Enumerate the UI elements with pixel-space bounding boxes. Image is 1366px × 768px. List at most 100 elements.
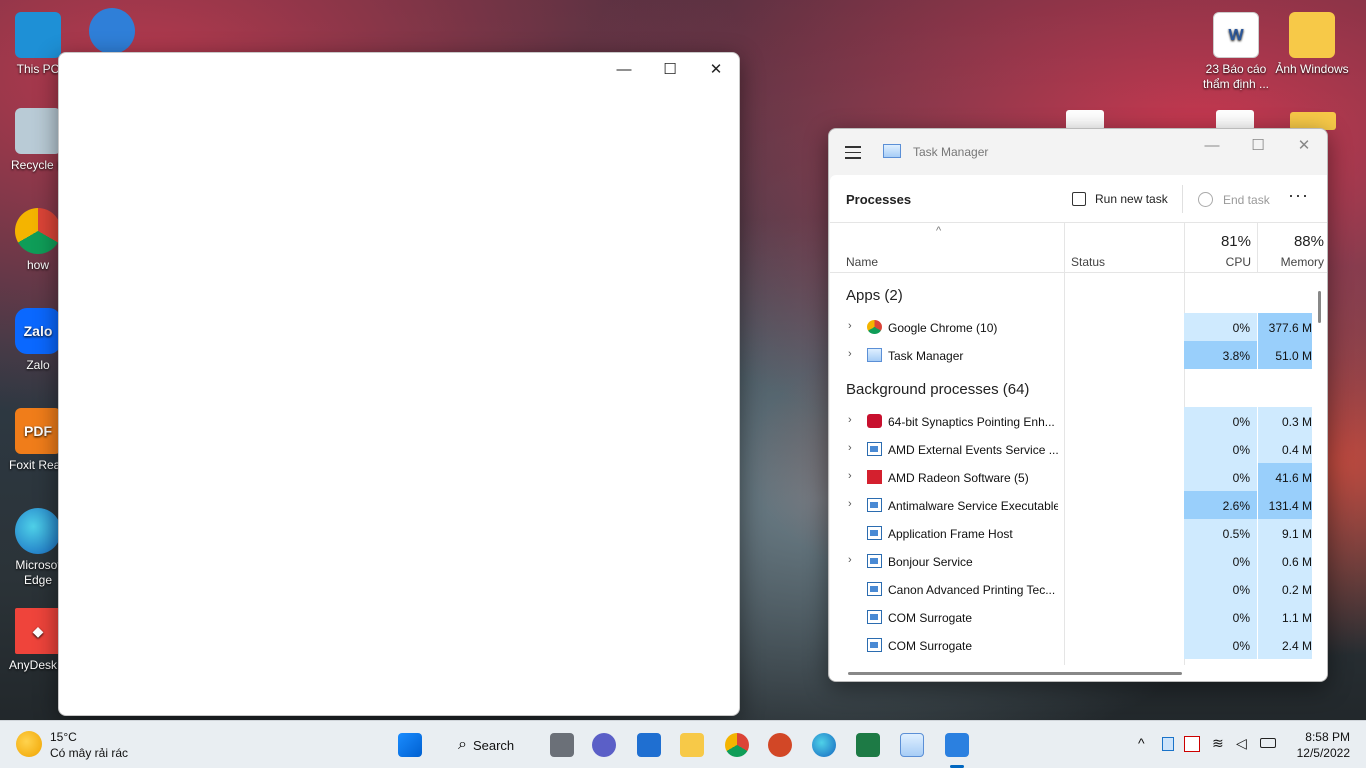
blank-window[interactable]: — ☐ ✕ xyxy=(58,52,740,716)
edge-icon xyxy=(15,508,61,554)
word-doc-icon: W xyxy=(1213,12,1259,58)
excel-icon[interactable] xyxy=(856,733,880,757)
minimize-button[interactable]: — xyxy=(1189,129,1235,161)
clock-date[interactable]: 12/5/2022 xyxy=(1290,746,1350,760)
column-name[interactable]: Name xyxy=(846,255,878,269)
volume-icon[interactable]: ◁ xyxy=(1236,735,1247,752)
service-icon xyxy=(867,638,882,652)
process-memory: 0.2 M xyxy=(1258,575,1312,603)
close-icon: ✕ xyxy=(709,61,723,78)
chevron-right-icon[interactable]: › xyxy=(848,498,852,510)
close-button[interactable]: ✕ xyxy=(693,53,739,85)
desktop-icon-label: Microsof Edge xyxy=(15,558,61,587)
battery-icon[interactable] xyxy=(1260,738,1276,748)
task-manager-window[interactable]: Task Manager — ☐ ✕ Processes Run new tas… xyxy=(828,128,1328,682)
chevron-right-icon[interactable]: › xyxy=(848,320,852,332)
word-doc-icon xyxy=(1216,110,1254,130)
desktop-icon-word-doc[interactable]: W 23 Báo cáo thẩm định ... xyxy=(1198,12,1274,92)
process-name: Canon Advanced Printing Tec... xyxy=(888,583,1056,597)
task-manager-body: Processes Run new task End task ··· ^ Na… xyxy=(830,175,1327,681)
chevron-up-icon[interactable]: ^ xyxy=(1138,735,1145,751)
search-button[interactable]: ⌕ Search xyxy=(450,731,530,759)
edge-icon[interactable] xyxy=(812,733,836,757)
page-title: Processes xyxy=(846,192,912,207)
close-icon: ✕ xyxy=(1297,137,1311,154)
table-row[interactable]: Application Frame Host 0.5% 9.1 M xyxy=(830,519,1312,547)
column-status[interactable]: Status xyxy=(1071,255,1105,269)
column-memory[interactable]: Memory xyxy=(1258,255,1324,269)
process-cpu: 0% xyxy=(1184,603,1257,631)
chat-icon[interactable] xyxy=(592,733,616,757)
table-row[interactable]: › AMD Radeon Software (5) 0% 41.6 M xyxy=(830,463,1312,491)
chevron-right-icon[interactable]: › xyxy=(848,348,852,360)
desktop-icon-label: how xyxy=(26,258,49,272)
table-row[interactable]: › Google Chrome (10) 0% 377.6 M xyxy=(830,313,1312,341)
task-manager-icon xyxy=(867,348,882,362)
table-row[interactable]: › 64-bit Synaptics Pointing Enh... 0% 0.… xyxy=(830,407,1312,435)
maximize-button[interactable]: ☐ xyxy=(1235,129,1281,161)
horizontal-scrollbar[interactable] xyxy=(848,672,1182,675)
file-explorer-icon[interactable] xyxy=(680,733,704,757)
end-task-button[interactable]: End task xyxy=(1198,192,1270,207)
word-doc-icon xyxy=(1066,110,1104,130)
table-row[interactable]: › Task Manager 3.8% 51.0 M xyxy=(830,341,1312,369)
security-icon[interactable] xyxy=(637,733,661,757)
service-icon xyxy=(867,498,882,512)
start-button[interactable] xyxy=(398,733,422,757)
vertical-scrollbar[interactable] xyxy=(1318,291,1321,323)
run-new-task-button[interactable]: Run new task xyxy=(1072,192,1168,206)
weather-icon[interactable] xyxy=(16,731,42,757)
chevron-right-icon[interactable]: › xyxy=(848,442,852,454)
process-name: Antimalware Service Executable xyxy=(888,499,1058,513)
process-cpu: 0% xyxy=(1184,407,1257,435)
process-memory: 377.6 M xyxy=(1258,313,1312,341)
group-header-background: Background processes (64) xyxy=(846,381,1030,398)
process-name: COM Surrogate xyxy=(888,611,973,625)
minimize-icon: — xyxy=(1204,136,1220,154)
powerpoint-icon[interactable] xyxy=(768,733,792,757)
table-row[interactable]: › AMD External Events Service ... 0% 0.4… xyxy=(830,435,1312,463)
task-manager-icon[interactable] xyxy=(900,733,924,757)
maximize-button[interactable]: ☐ xyxy=(647,53,693,85)
weather-desc[interactable]: Có mây rải rác xyxy=(50,746,128,760)
snipping-tool-icon[interactable] xyxy=(945,733,969,757)
process-memory: 9.1 M xyxy=(1258,519,1312,547)
weather-temp[interactable]: 15°C xyxy=(50,730,77,744)
desktop-icon-remote[interactable] xyxy=(74,8,150,58)
clock-time[interactable]: 8:58 PM xyxy=(1290,730,1350,744)
process-name: COM Surrogate xyxy=(888,639,973,653)
chevron-right-icon[interactable]: › xyxy=(848,414,852,426)
chrome-icon xyxy=(867,320,882,334)
chevron-right-icon[interactable]: › xyxy=(848,470,852,482)
chevron-right-icon[interactable]: › xyxy=(848,554,852,566)
more-options-icon[interactable]: ··· xyxy=(1288,185,1309,206)
sort-up-icon[interactable]: ^ xyxy=(936,225,941,237)
desktop-icon-label: 23 Báo cáo thẩm định ... xyxy=(1202,62,1270,91)
table-row[interactable]: › Bonjour Service 0% 0.6 M xyxy=(830,547,1312,575)
process-memory: 1.1 M xyxy=(1258,603,1312,631)
table-row[interactable]: Canon Advanced Printing Tec... 0% 0.2 M xyxy=(830,575,1312,603)
table-row[interactable]: › Antimalware Service Executable 2.6% 13… xyxy=(830,491,1312,519)
minimize-button[interactable]: — xyxy=(601,53,647,85)
chrome-icon[interactable] xyxy=(725,733,749,757)
table-row[interactable]: COM Surrogate 0% 2.4 M xyxy=(830,631,1312,659)
run-task-icon xyxy=(1072,192,1086,206)
close-button[interactable]: ✕ xyxy=(1281,129,1327,161)
table-row[interactable]: COM Surrogate 0% 1.1 M xyxy=(830,603,1312,631)
column-cpu[interactable]: CPU xyxy=(1184,255,1251,269)
toolbar-divider xyxy=(1182,185,1183,213)
process-memory: 41.6 M xyxy=(1258,463,1312,491)
window-title: Task Manager xyxy=(913,145,989,159)
task-view-icon[interactable] xyxy=(550,733,574,757)
desktop-icon-label: Ảnh Windows xyxy=(1275,62,1349,76)
process-cpu: 3.8% xyxy=(1184,341,1257,369)
process-memory: 0.4 M xyxy=(1258,435,1312,463)
process-cpu: 0% xyxy=(1184,313,1257,341)
tray-app-icon[interactable] xyxy=(1162,737,1174,751)
search-label: Search xyxy=(472,737,515,753)
unikey-icon[interactable] xyxy=(1184,736,1200,752)
desktop-icon-folder[interactable]: Ảnh Windows xyxy=(1274,12,1350,77)
desktop-icon-label: Zalo xyxy=(26,358,50,372)
hamburger-menu-icon[interactable] xyxy=(845,146,861,163)
wifi-icon[interactable]: ≋ xyxy=(1212,735,1224,752)
